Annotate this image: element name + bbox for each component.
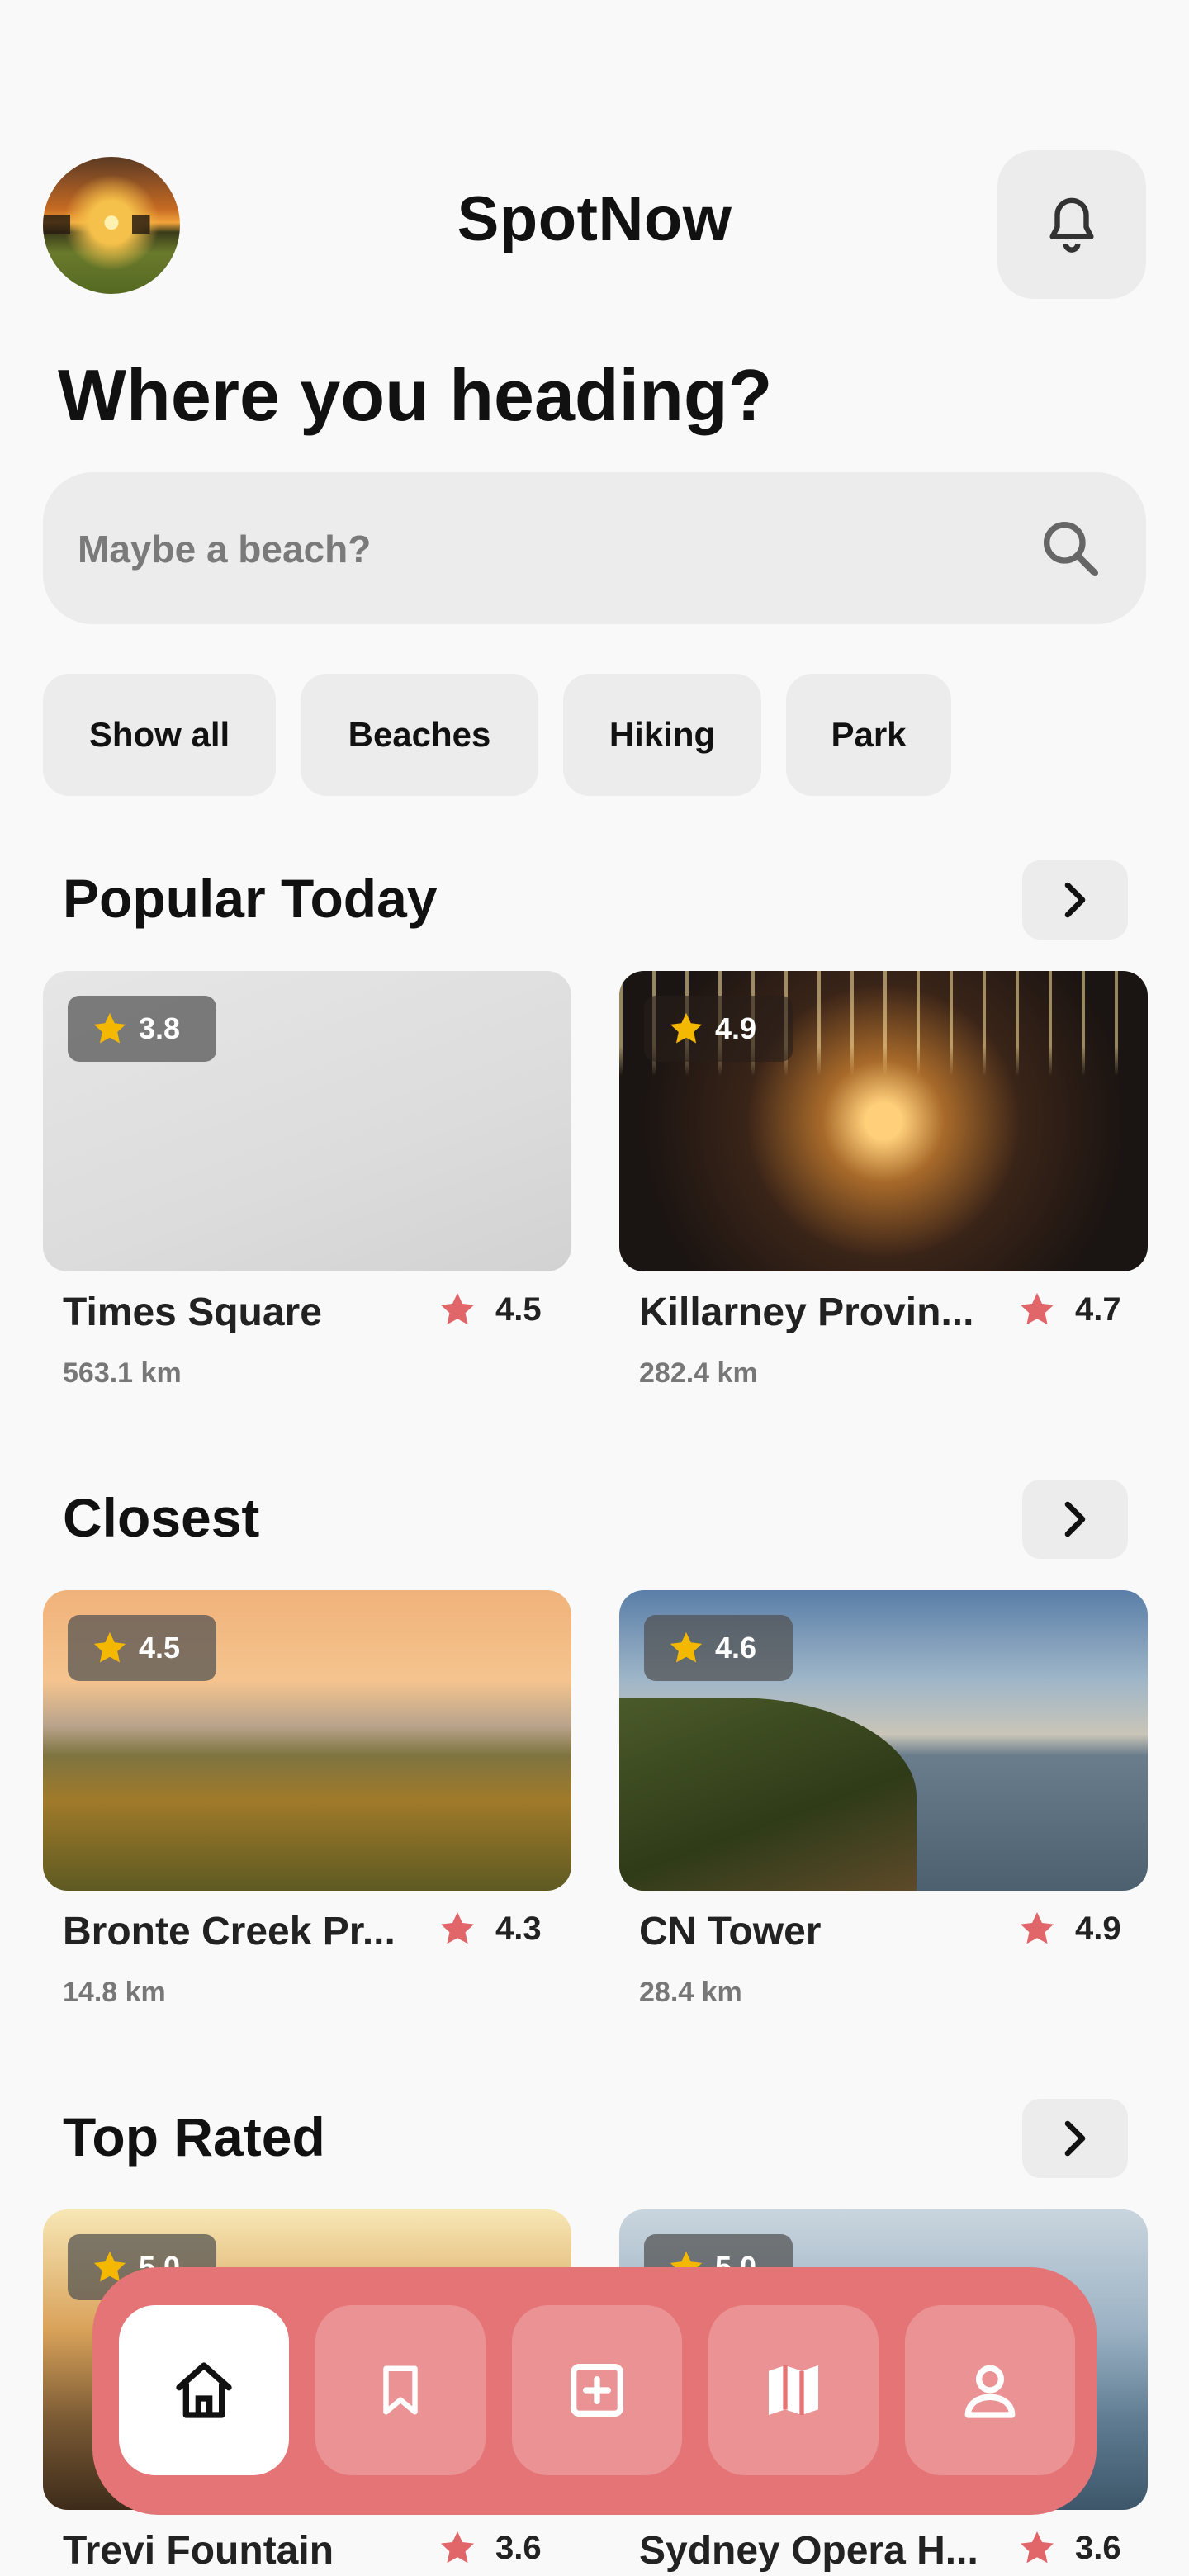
filter-chip-hiking[interactable]: Hiking xyxy=(563,674,761,796)
place-name[interactable]: Killarney Provin... xyxy=(639,1290,973,1335)
rating-badge: 3.8 xyxy=(68,996,216,1062)
home-icon xyxy=(176,2362,232,2418)
map-icon xyxy=(769,2365,818,2415)
search-input[interactable] xyxy=(76,472,1029,626)
filter-chip-park[interactable]: Park xyxy=(786,674,951,796)
place-rating: 4.9 xyxy=(1017,1909,1121,1949)
nav-map-button[interactable] xyxy=(708,2305,879,2475)
place-card-image[interactable]: 3.8 xyxy=(43,971,571,1271)
star-icon xyxy=(1021,1293,1054,1325)
top-rated-see-all-button[interactable] xyxy=(1022,2099,1128,2178)
place-name[interactable]: Sydney Opera H... xyxy=(639,2528,978,2574)
place-card-image[interactable]: 4.5 xyxy=(43,1590,571,1891)
place-rating: 4.5 xyxy=(438,1290,542,1329)
rating-badge: 4.9 xyxy=(644,996,793,1062)
closest-see-all-button[interactable] xyxy=(1022,1480,1128,1559)
chevron-right-icon xyxy=(1064,882,1086,918)
star-icon xyxy=(93,1012,126,1044)
place-card-image[interactable]: 4.9 xyxy=(619,971,1148,1271)
filter-chip-show-all[interactable]: Show all xyxy=(43,674,276,796)
search-bar[interactable] xyxy=(43,472,1146,626)
place-name[interactable]: Bronte Creek Pr... xyxy=(63,1909,396,1954)
rating-badge: 4.6 xyxy=(644,1615,793,1681)
star-icon xyxy=(670,1012,703,1044)
star-icon xyxy=(441,1912,474,1944)
add-square-icon xyxy=(571,2364,623,2417)
place-name[interactable]: CN Tower xyxy=(639,1909,821,1954)
section-title-closest: Closest xyxy=(63,1487,260,1548)
profile-icon xyxy=(964,2365,1016,2418)
nav-saved-button[interactable] xyxy=(315,2305,486,2475)
chevron-right-icon xyxy=(1064,2120,1086,2157)
star-icon xyxy=(670,1631,703,1663)
filter-chip-beaches[interactable]: Beaches xyxy=(301,674,538,796)
nav-profile-button[interactable] xyxy=(905,2305,1075,2475)
place-distance: 28.4 km xyxy=(639,1977,742,2008)
place-distance: 563.1 km xyxy=(63,1357,182,1389)
popular-today-see-all-button[interactable] xyxy=(1022,860,1128,940)
bottom-nav xyxy=(92,2267,1097,2515)
star-icon xyxy=(441,1293,474,1325)
nav-add-button[interactable] xyxy=(512,2305,682,2475)
section-title-top-rated: Top Rated xyxy=(63,2106,325,2167)
chevron-right-icon xyxy=(1064,1501,1086,1537)
place-rating: 3.6 xyxy=(1017,2528,1121,2568)
bell-icon xyxy=(1049,197,1094,253)
star-icon xyxy=(1021,1912,1054,1944)
star-icon xyxy=(1021,2531,1054,2564)
bookmark-icon xyxy=(383,2365,418,2415)
place-distance: 282.4 km xyxy=(639,1357,758,1389)
star-icon xyxy=(93,1631,126,1663)
place-name[interactable]: Times Square xyxy=(63,1290,322,1335)
place-rating: 3.6 xyxy=(438,2528,542,2568)
place-rating: 4.7 xyxy=(1017,1290,1121,1329)
nav-home-button[interactable] xyxy=(119,2305,289,2475)
star-icon xyxy=(441,2531,474,2564)
place-card-image[interactable]: 4.6 xyxy=(619,1590,1148,1891)
search-icon[interactable] xyxy=(1037,515,1103,581)
place-rating: 4.3 xyxy=(438,1909,542,1949)
place-distance: 14.8 km xyxy=(63,1977,166,2008)
place-name[interactable]: Trevi Fountain xyxy=(63,2528,334,2574)
page-heading: Where you heading? xyxy=(58,354,773,436)
notifications-button[interactable] xyxy=(997,150,1146,299)
section-title-popular-today: Popular Today xyxy=(63,868,438,929)
rating-badge: 4.5 xyxy=(68,1615,216,1681)
